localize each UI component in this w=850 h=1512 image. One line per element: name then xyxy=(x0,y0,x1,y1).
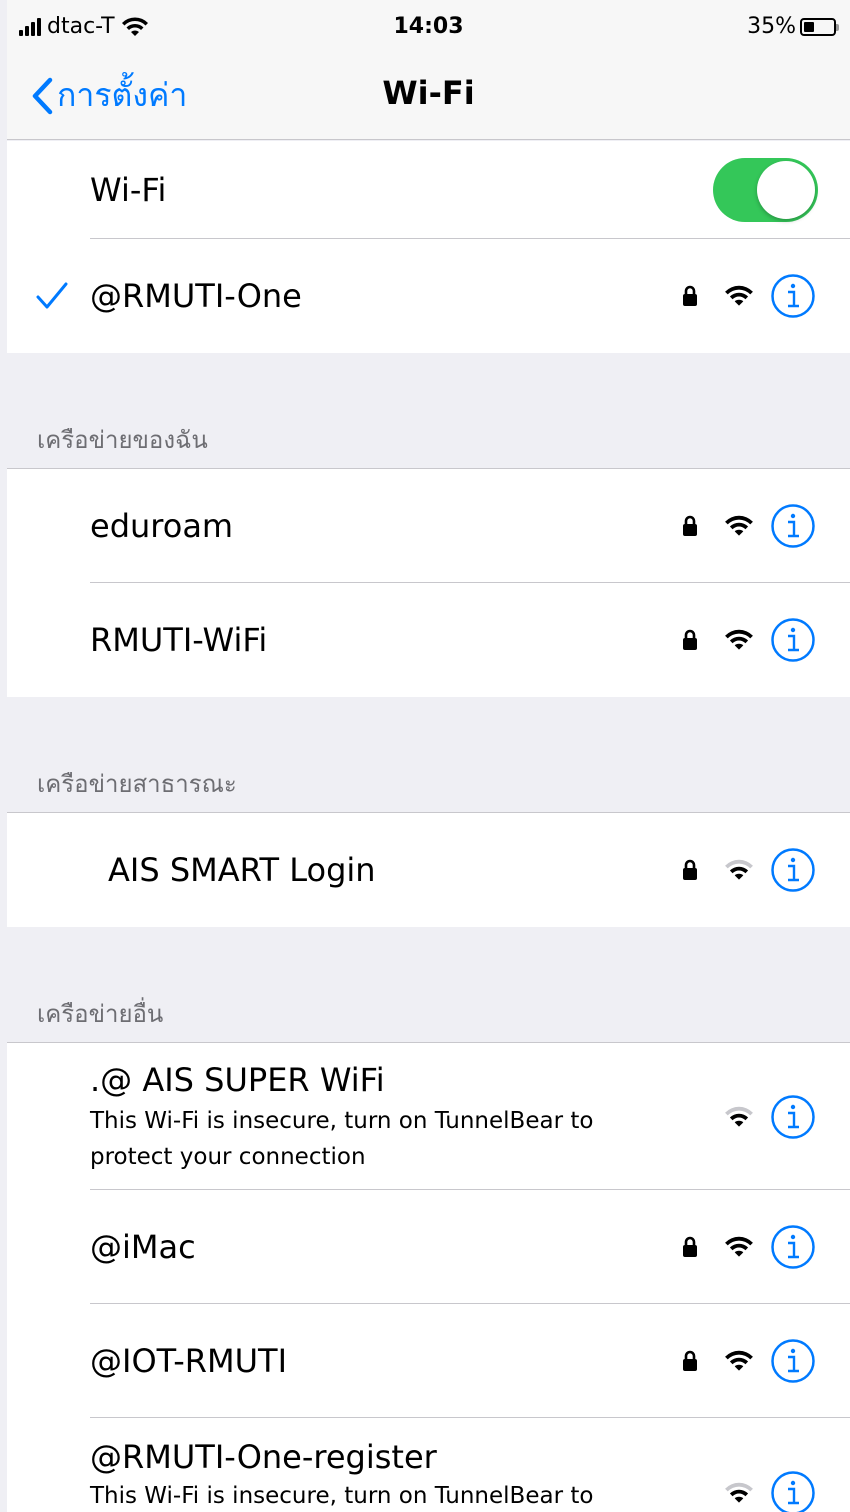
lock-icon xyxy=(683,515,697,536)
wifi-icon xyxy=(725,515,753,536)
lock-icon xyxy=(683,285,697,306)
battery-icon xyxy=(800,17,839,36)
wifi-toggle-switch[interactable] xyxy=(713,158,818,222)
status-bar: dtac-T 14:03 35% xyxy=(7,0,850,56)
section-header-other-networks: เครือข่ายอื่น xyxy=(37,1000,164,1028)
network-row-rmuti-wifi[interactable]: RMUTI-WiFi xyxy=(7,583,850,697)
my-networks-group: eduroam RMUTI-WiFi xyxy=(7,469,850,697)
info-icon[interactable] xyxy=(770,617,816,663)
connected-network-row[interactable]: @RMUTI-One xyxy=(7,239,850,353)
wifi-settings-screen: dtac-T 14:03 35% การตั้งค่า Wi-Fi Wi-Fi xyxy=(7,0,850,1512)
wifi-toggle-row: Wi-Fi xyxy=(7,141,850,239)
network-name: @RMUTI-One xyxy=(90,277,302,315)
battery-percent: 35% xyxy=(747,14,796,39)
lock-icon xyxy=(683,1350,697,1371)
info-icon[interactable] xyxy=(770,847,816,893)
lock-icon xyxy=(683,629,697,650)
wifi-icon xyxy=(725,629,753,650)
info-icon[interactable] xyxy=(770,503,816,549)
network-name: RMUTI-WiFi xyxy=(90,621,268,659)
lock-icon xyxy=(683,1236,697,1257)
info-icon[interactable] xyxy=(770,273,816,319)
navigation-bar: การตั้งค่า Wi-Fi xyxy=(7,56,850,140)
network-row-ais-super-wifi[interactable]: .@ AIS SUPER WiFi This Wi-Fi is insecure… xyxy=(7,1043,850,1190)
info-icon[interactable] xyxy=(770,1470,816,1512)
wifi-icon xyxy=(725,1482,753,1503)
info-icon[interactable] xyxy=(770,1224,816,1270)
info-icon[interactable] xyxy=(770,1338,816,1384)
section-header-my-networks: เครือข่ายของฉัน xyxy=(37,426,208,454)
page-title: Wi-Fi xyxy=(382,74,475,112)
network-name: @IOT-RMUTI xyxy=(90,1342,288,1380)
wifi-icon xyxy=(725,1236,753,1257)
network-row-iot-rmuti[interactable]: @IOT-RMUTI xyxy=(7,1304,850,1418)
public-networks-group: AIS SMART Login xyxy=(7,813,850,927)
wifi-icon xyxy=(725,285,753,306)
status-time: 14:03 xyxy=(393,14,464,39)
network-name: @RMUTI-One-register xyxy=(90,1438,437,1476)
status-right: 35% xyxy=(747,14,839,39)
network-row-imac[interactable]: @iMac xyxy=(7,1190,850,1304)
network-row-rmuti-one-register[interactable]: @RMUTI-One-register This Wi-Fi is insecu… xyxy=(7,1418,850,1512)
network-name: @iMac xyxy=(90,1228,196,1266)
network-name: .@ AIS SUPER WiFi xyxy=(90,1061,385,1099)
wifi-icon xyxy=(725,1106,753,1127)
network-name: eduroam xyxy=(90,507,234,545)
other-networks-group: .@ AIS SUPER WiFi This Wi-Fi is insecure… xyxy=(7,1043,850,1512)
network-name: AIS SMART Login xyxy=(108,851,376,889)
network-row-eduroam[interactable]: eduroam xyxy=(7,469,850,583)
wifi-toggle-label: Wi-Fi xyxy=(90,171,167,209)
network-row-ais-smart-login[interactable]: AIS SMART Login xyxy=(7,813,850,927)
wifi-icon xyxy=(725,859,753,880)
checkmark-icon xyxy=(36,282,68,309)
toggle-knob xyxy=(757,161,815,219)
section-header-public-networks: เครือข่ายสาธารณะ xyxy=(37,770,237,798)
wifi-icon xyxy=(725,1350,753,1371)
network-subtitle: This Wi-Fi is insecure, turn on TunnelBe… xyxy=(90,1108,594,1170)
network-subtitle: This Wi-Fi is insecure, turn on TunnelBe… xyxy=(90,1483,594,1509)
info-icon[interactable] xyxy=(770,1094,816,1140)
wifi-main-group: Wi-Fi @RMUTI-One xyxy=(7,141,850,353)
lock-icon xyxy=(683,859,697,880)
